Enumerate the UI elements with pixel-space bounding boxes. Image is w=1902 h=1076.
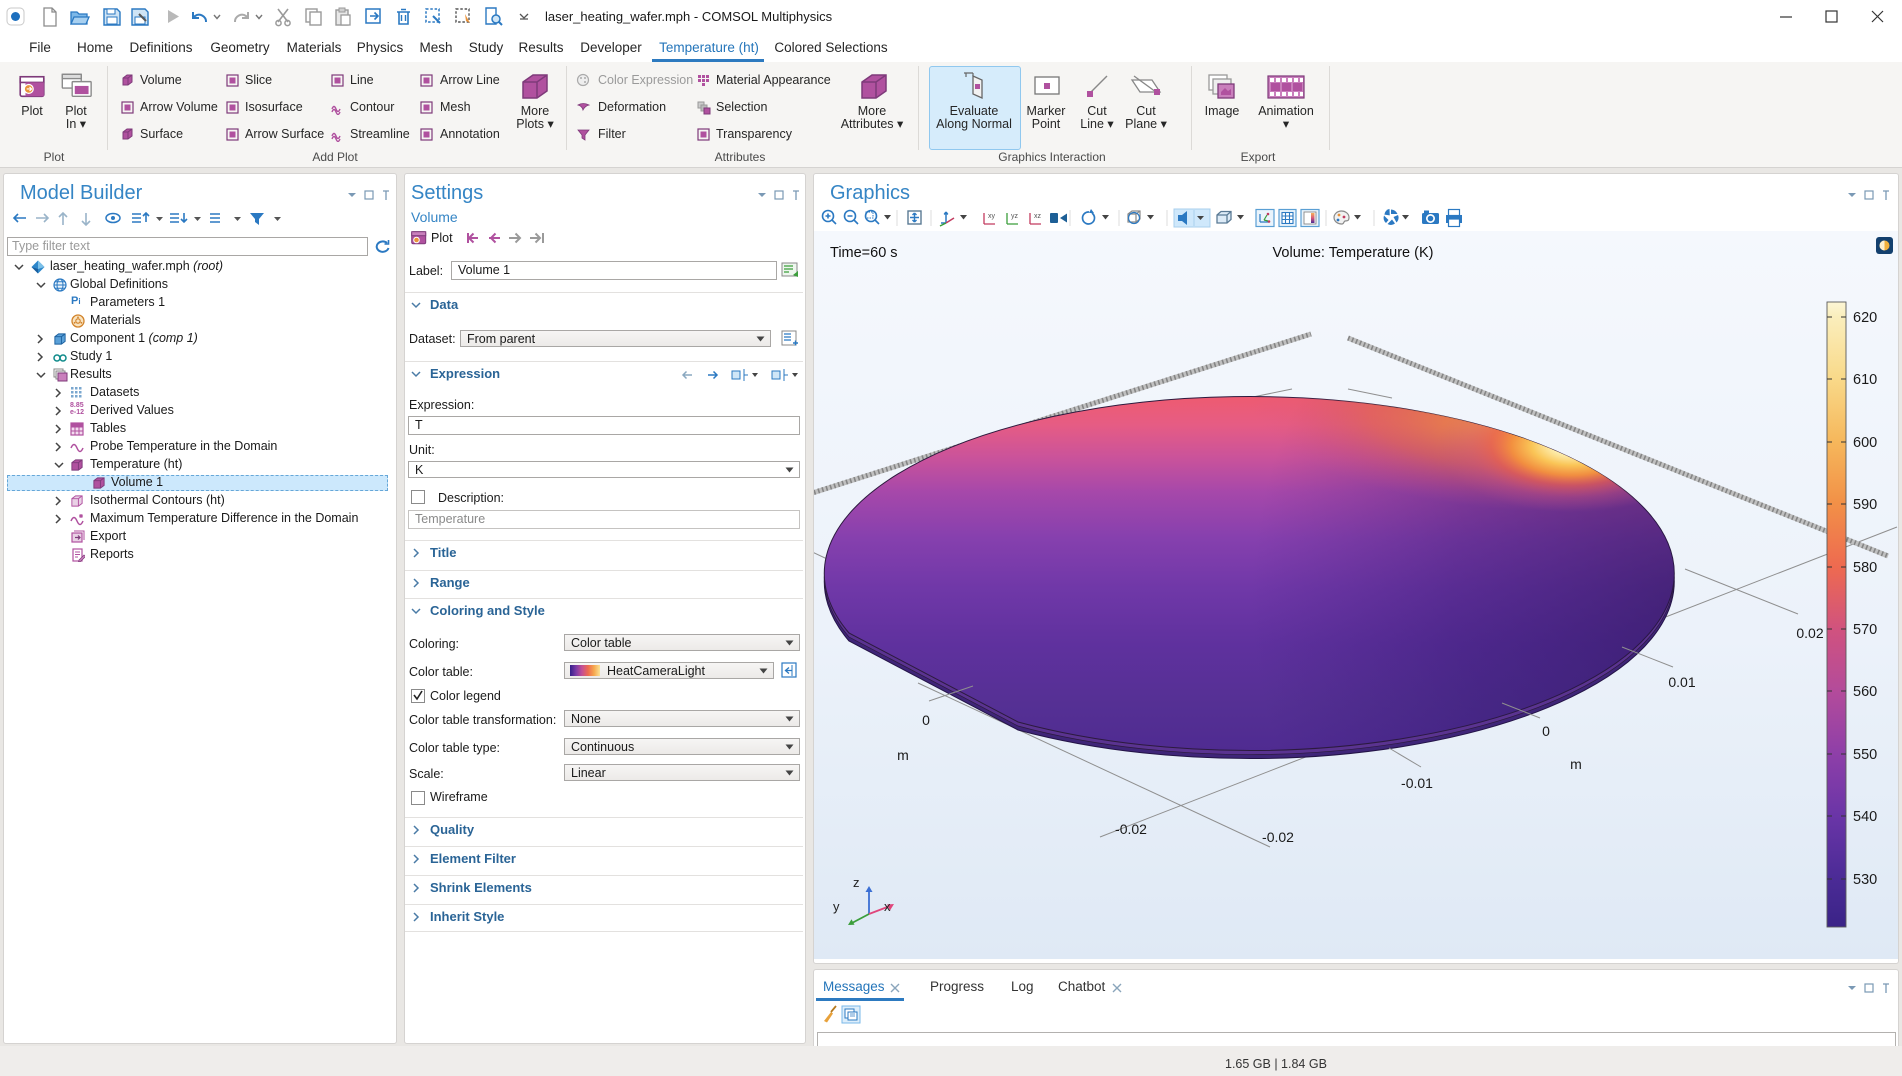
svg-text:yz: yz xyxy=(1011,213,1019,220)
svg-text:Time=60 s: Time=60 s xyxy=(830,245,898,261)
svg-text:m: m xyxy=(897,747,909,763)
svg-text:0: 0 xyxy=(1542,723,1550,739)
svg-text:560: 560 xyxy=(1853,684,1877,700)
svg-text:600: 600 xyxy=(1853,435,1877,451)
svg-text:y: y xyxy=(833,899,840,914)
svg-text:m: m xyxy=(1570,756,1582,772)
svg-text:x: x xyxy=(884,899,891,914)
svg-text:0.02: 0.02 xyxy=(1796,625,1823,641)
svg-text:540: 540 xyxy=(1853,809,1877,825)
svg-text:610: 610 xyxy=(1853,372,1877,388)
svg-text:0.01: 0.01 xyxy=(1668,674,1695,690)
svg-text:Volume: Temperature (K): Volume: Temperature (K) xyxy=(1273,245,1434,261)
svg-text:550: 550 xyxy=(1853,747,1877,763)
svg-text:0: 0 xyxy=(922,712,930,728)
svg-text:-0.02: -0.02 xyxy=(1115,821,1147,837)
svg-text:620: 620 xyxy=(1853,310,1877,326)
svg-text:z: z xyxy=(853,875,860,890)
svg-text:xy: xy xyxy=(988,213,996,220)
svg-text:-0.01: -0.01 xyxy=(1401,775,1433,791)
svg-text:530: 530 xyxy=(1853,872,1877,888)
svg-text:590: 590 xyxy=(1853,497,1877,513)
svg-text:-0.02: -0.02 xyxy=(1262,829,1294,845)
svg-text:xz: xz xyxy=(1034,213,1042,220)
svg-text:570: 570 xyxy=(1853,622,1877,638)
svg-text:580: 580 xyxy=(1853,560,1877,576)
